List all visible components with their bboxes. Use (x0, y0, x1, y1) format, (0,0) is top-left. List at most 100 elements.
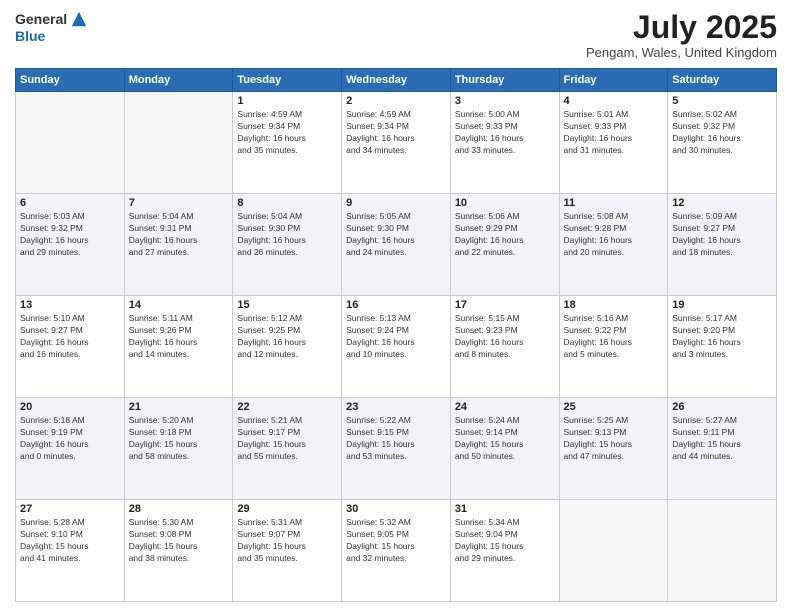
day-info: Sunrise: 5:20 AM Sunset: 9:18 PM Dayligh… (129, 415, 229, 463)
table-row: 8 Sunrise: 5:04 AM Sunset: 9:30 PM Daylig… (233, 194, 342, 296)
table-row: 28 Sunrise: 5:30 AM Sunset: 9:08 PM Dayli… (124, 500, 233, 602)
day-info: Sunrise: 5:32 AM Sunset: 9:05 PM Dayligh… (346, 517, 446, 565)
day-number: 16 (346, 299, 446, 311)
day-info: Sunrise: 5:09 AM Sunset: 9:27 PM Dayligh… (672, 211, 772, 259)
table-row: 5 Sunrise: 5:02 AM Sunset: 9:32 PM Daylig… (668, 92, 777, 194)
day-info: Sunrise: 5:00 AM Sunset: 9:33 PM Dayligh… (455, 109, 555, 157)
calendar-week-row: 13 Sunrise: 5:10 AM Sunset: 9:27 PM Dayli… (16, 296, 777, 398)
day-info: Sunrise: 5:08 AM Sunset: 9:28 PM Dayligh… (564, 211, 664, 259)
day-number: 13 (20, 299, 120, 311)
day-number: 15 (237, 299, 337, 311)
day-number: 5 (672, 95, 772, 107)
table-row: 9 Sunrise: 5:05 AM Sunset: 9:30 PM Daylig… (342, 194, 451, 296)
day-number: 8 (237, 197, 337, 209)
table-row: 24 Sunrise: 5:24 AM Sunset: 9:14 PM Dayli… (450, 398, 559, 500)
day-number: 19 (672, 299, 772, 311)
day-number: 23 (346, 401, 446, 413)
day-info: Sunrise: 5:10 AM Sunset: 9:27 PM Dayligh… (20, 313, 120, 361)
table-row: 13 Sunrise: 5:10 AM Sunset: 9:27 PM Dayli… (16, 296, 125, 398)
table-row: 2Sunrise: 4:59 AM Sunset: 9:34 PM Daylig… (342, 92, 451, 194)
day-info: Sunrise: 5:34 AM Sunset: 9:04 PM Dayligh… (455, 517, 555, 565)
calendar-header-row: Sunday Monday Tuesday Wednesday Thursday… (16, 69, 777, 92)
day-number: 28 (129, 503, 229, 515)
table-row: 7 Sunrise: 5:04 AM Sunset: 9:31 PM Daylig… (124, 194, 233, 296)
table-row: 30 Sunrise: 5:32 AM Sunset: 9:05 PM Dayli… (342, 500, 451, 602)
day-info: Sunrise: 5:21 AM Sunset: 9:17 PM Dayligh… (237, 415, 337, 463)
table-row: 20 Sunrise: 5:18 AM Sunset: 9:19 PM Dayli… (16, 398, 125, 500)
day-info: Sunrise: 5:28 AM Sunset: 9:10 PM Dayligh… (20, 517, 120, 565)
table-row (124, 92, 233, 194)
day-number: 4 (564, 95, 664, 107)
logo: General Blue (15, 10, 88, 44)
day-number: 14 (129, 299, 229, 311)
day-info: Sunrise: 5:16 AM Sunset: 9:22 PM Dayligh… (564, 313, 664, 361)
day-number: 24 (455, 401, 555, 413)
logo-blue-text: Blue (15, 28, 88, 44)
day-info: Sunrise: 5:18 AM Sunset: 9:19 PM Dayligh… (20, 415, 120, 463)
table-row: 10 Sunrise: 5:06 AM Sunset: 9:29 PM Dayli… (450, 194, 559, 296)
col-wednesday: Wednesday (342, 69, 451, 92)
col-friday: Friday (559, 69, 668, 92)
table-row: 26 Sunrise: 5:27 AM Sunset: 9:11 PM Dayli… (668, 398, 777, 500)
day-info: Sunrise: 5:11 AM Sunset: 9:26 PM Dayligh… (129, 313, 229, 361)
day-number: 7 (129, 197, 229, 209)
day-number: 31 (455, 503, 555, 515)
col-thursday: Thursday (450, 69, 559, 92)
day-info: Sunrise: 4:59 AM Sunset: 9:34 PM Dayligh… (346, 109, 446, 157)
page: General Blue July 2025 Pengam, Wales, Un… (0, 0, 792, 612)
table-row: 23 Sunrise: 5:22 AM Sunset: 9:15 PM Dayli… (342, 398, 451, 500)
day-number: 11 (564, 197, 664, 209)
table-row: 6Sunrise: 5:03 AM Sunset: 9:32 PM Daylig… (16, 194, 125, 296)
day-info: Sunrise: 5:30 AM Sunset: 9:08 PM Dayligh… (129, 517, 229, 565)
calendar-week-row: 1 Sunrise: 4:59 AM Sunset: 9:34 PM Daylig… (16, 92, 777, 194)
day-info: Sunrise: 5:22 AM Sunset: 9:15 PM Dayligh… (346, 415, 446, 463)
day-info: Sunrise: 5:31 AM Sunset: 9:07 PM Dayligh… (237, 517, 337, 565)
day-info: Sunrise: 4:59 AM Sunset: 9:34 PM Dayligh… (237, 109, 337, 157)
day-number: 26 (672, 401, 772, 413)
table-row: 18Sunrise: 5:16 AM Sunset: 9:22 PM Dayli… (559, 296, 668, 398)
day-number: 20 (20, 401, 120, 413)
col-monday: Monday (124, 69, 233, 92)
day-number: 21 (129, 401, 229, 413)
day-number: 27 (20, 503, 120, 515)
day-number: 22 (237, 401, 337, 413)
day-number: 10 (455, 197, 555, 209)
calendar-week-row: 6Sunrise: 5:03 AM Sunset: 9:32 PM Daylig… (16, 194, 777, 296)
day-info: Sunrise: 5:27 AM Sunset: 9:11 PM Dayligh… (672, 415, 772, 463)
table-row: 17Sunrise: 5:15 AM Sunset: 9:23 PM Dayli… (450, 296, 559, 398)
table-row: 22 Sunrise: 5:21 AM Sunset: 9:17 PM Dayli… (233, 398, 342, 500)
table-row: 14 Sunrise: 5:11 AM Sunset: 9:26 PM Dayli… (124, 296, 233, 398)
day-number: 12 (672, 197, 772, 209)
day-info: Sunrise: 5:24 AM Sunset: 9:14 PM Dayligh… (455, 415, 555, 463)
table-row: 27 Sunrise: 5:28 AM Sunset: 9:10 PM Dayli… (16, 500, 125, 602)
day-number: 9 (346, 197, 446, 209)
table-row: 29Sunrise: 5:31 AM Sunset: 9:07 PM Dayli… (233, 500, 342, 602)
month-title: July 2025 (586, 10, 777, 45)
day-info: Sunrise: 5:15 AM Sunset: 9:23 PM Dayligh… (455, 313, 555, 361)
day-info: Sunrise: 5:13 AM Sunset: 9:24 PM Dayligh… (346, 313, 446, 361)
day-number: 30 (346, 503, 446, 515)
table-row (668, 500, 777, 602)
col-saturday: Saturday (668, 69, 777, 92)
calendar-week-row: 20 Sunrise: 5:18 AM Sunset: 9:19 PM Dayli… (16, 398, 777, 500)
header: General Blue July 2025 Pengam, Wales, Un… (15, 10, 777, 60)
day-info: Sunrise: 5:05 AM Sunset: 9:30 PM Dayligh… (346, 211, 446, 259)
table-row: 4Sunrise: 5:01 AM Sunset: 9:33 PM Daylig… (559, 92, 668, 194)
day-number: 1 (237, 95, 337, 107)
title-area: July 2025 Pengam, Wales, United Kingdom (586, 10, 777, 60)
table-row: 1 Sunrise: 4:59 AM Sunset: 9:34 PM Daylig… (233, 92, 342, 194)
day-info: Sunrise: 5:04 AM Sunset: 9:30 PM Dayligh… (237, 211, 337, 259)
calendar-table: Sunday Monday Tuesday Wednesday Thursday… (15, 68, 777, 602)
table-row: 16 Sunrise: 5:13 AM Sunset: 9:24 PM Dayli… (342, 296, 451, 398)
day-info: Sunrise: 5:06 AM Sunset: 9:29 PM Dayligh… (455, 211, 555, 259)
table-row: 15Sunrise: 5:12 AM Sunset: 9:25 PM Dayli… (233, 296, 342, 398)
day-info: Sunrise: 5:04 AM Sunset: 9:31 PM Dayligh… (129, 211, 229, 259)
day-info: Sunrise: 5:03 AM Sunset: 9:32 PM Dayligh… (20, 211, 120, 259)
table-row (16, 92, 125, 194)
table-row: 25Sunrise: 5:25 AM Sunset: 9:13 PM Dayli… (559, 398, 668, 500)
day-info: Sunrise: 5:02 AM Sunset: 9:32 PM Dayligh… (672, 109, 772, 157)
logo-general-text: General (15, 11, 67, 27)
day-info: Sunrise: 5:25 AM Sunset: 9:13 PM Dayligh… (564, 415, 664, 463)
table-row: 31 Sunrise: 5:34 AM Sunset: 9:04 PM Dayli… (450, 500, 559, 602)
table-row: 3Sunrise: 5:00 AM Sunset: 9:33 PM Daylig… (450, 92, 559, 194)
